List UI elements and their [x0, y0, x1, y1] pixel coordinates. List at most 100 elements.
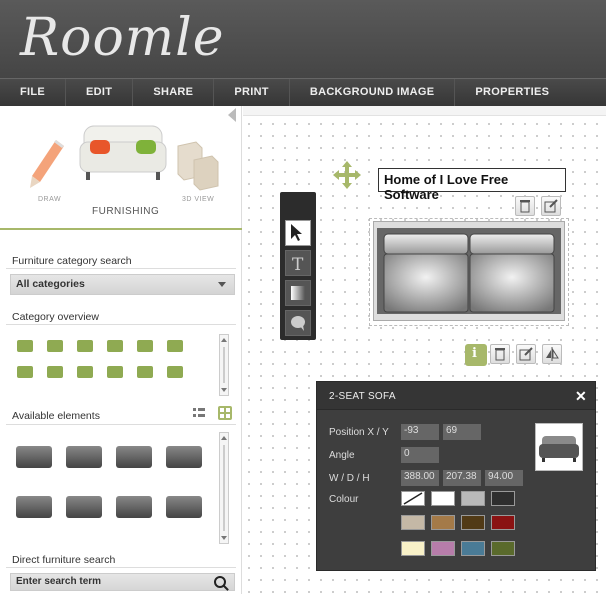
- select-tool-button[interactable]: [285, 220, 311, 246]
- gradient-tool-button[interactable]: [285, 280, 311, 306]
- element-dining-set[interactable]: [62, 486, 106, 526]
- app-header: Roomle: [0, 0, 606, 78]
- info-button[interactable]: [465, 344, 487, 366]
- category-plant-icon[interactable]: [44, 360, 66, 382]
- colour-swatch[interactable]: [461, 515, 485, 530]
- element-sideboard[interactable]: [112, 486, 156, 526]
- colour-swatch[interactable]: [461, 541, 485, 556]
- sofa-icon: [539, 436, 579, 462]
- plan-title-input[interactable]: Home of I Love Free Software: [378, 168, 566, 202]
- edit-title-button[interactable]: [541, 196, 561, 216]
- category-overview-title: Category overview: [12, 311, 99, 323]
- gradient-icon: [291, 286, 305, 300]
- menu-background-image[interactable]: BACKGROUND IMAGE: [290, 79, 456, 106]
- collapse-panel-icon[interactable]: [228, 108, 236, 122]
- depth-field[interactable]: 207.38: [443, 470, 481, 486]
- category-sofa-icon[interactable]: [164, 334, 186, 356]
- category-appliance-icon[interactable]: [74, 360, 96, 382]
- category-select-value: All categories: [16, 278, 85, 290]
- element-desk[interactable]: [162, 436, 206, 476]
- delete-title-button[interactable]: [515, 196, 535, 216]
- search-input[interactable]: Enter search term: [10, 573, 235, 591]
- 3d-view-button[interactable]: [172, 136, 222, 196]
- app-logo: Roomle: [20, 8, 225, 68]
- canvas-ruler: [243, 106, 606, 116]
- category-pet-icon[interactable]: [134, 360, 156, 382]
- delete-item-button[interactable]: [490, 344, 510, 364]
- angle-field[interactable]: 0: [401, 447, 439, 463]
- category-toilet-icon[interactable]: [44, 334, 66, 356]
- pointer-icon: [291, 224, 302, 241]
- mode-selector: DRAW FURNISHING 3D VIEW: [0, 106, 242, 230]
- element-sofa[interactable]: [12, 436, 56, 476]
- trash-icon: [520, 200, 530, 213]
- colour-swatch[interactable]: [431, 491, 455, 506]
- scroll-down-icon[interactable]: [221, 388, 227, 392]
- category-shelf-icon[interactable]: [164, 360, 186, 382]
- mirror-icon: [546, 347, 559, 361]
- comment-tool-button[interactable]: [285, 310, 311, 336]
- width-field[interactable]: 388.00: [401, 470, 439, 486]
- scroll-down-icon[interactable]: [221, 536, 227, 540]
- colour-swatch[interactable]: [431, 541, 455, 556]
- colour-swatch[interactable]: [401, 515, 425, 530]
- colour-swatch-none[interactable]: [401, 491, 425, 506]
- category-bathroom-icon[interactable]: [14, 334, 36, 356]
- edit-item-button[interactable]: [516, 344, 536, 364]
- colour-swatch[interactable]: [491, 515, 515, 530]
- list-view-icon[interactable]: [192, 406, 206, 420]
- close-icon[interactable]: ✕: [575, 388, 587, 405]
- menu-print[interactable]: PRINT: [214, 79, 290, 106]
- sofa-furniture-item[interactable]: [373, 221, 565, 321]
- category-bed-icon[interactable]: [104, 334, 126, 356]
- element-dining-set[interactable]: [12, 486, 56, 526]
- category-chair-icon[interactable]: [74, 334, 96, 356]
- colour-swatch[interactable]: [491, 491, 515, 506]
- category-kitchen-icon[interactable]: [104, 360, 126, 382]
- element-sofa[interactable]: [62, 436, 106, 476]
- menu-edit[interactable]: EDIT: [66, 79, 134, 106]
- svg-text:T: T: [292, 255, 304, 275]
- text-icon: T: [292, 255, 304, 275]
- tool-palette: T: [280, 192, 316, 340]
- menu-file[interactable]: FILE: [0, 79, 67, 106]
- colour-swatch[interactable]: [491, 541, 515, 556]
- move-icon[interactable]: [332, 160, 362, 190]
- divider: [6, 268, 236, 269]
- 3d-boxes-icon: [177, 141, 219, 191]
- scroll-up-icon[interactable]: [221, 436, 227, 440]
- menu-properties[interactable]: PROPERTIES: [455, 79, 569, 106]
- angle-label: Angle: [329, 450, 355, 461]
- colour-swatch[interactable]: [401, 541, 425, 556]
- colour-swatch[interactable]: [431, 515, 455, 530]
- available-elements-grid: [12, 436, 212, 526]
- colour-swatch[interactable]: [461, 491, 485, 506]
- dialog-header: 2-SEAT SOFA ✕: [317, 382, 595, 410]
- element-cabinet[interactable]: [112, 436, 156, 476]
- category-cabinet-icon[interactable]: [14, 360, 36, 382]
- sofa-icon: [79, 125, 167, 180]
- chevron-down-icon: [218, 282, 226, 287]
- category-scrollbar[interactable]: [219, 334, 229, 396]
- draw-mode-button[interactable]: [22, 136, 72, 196]
- category-dining-chair-icon[interactable]: [134, 334, 156, 356]
- scroll-track[interactable]: [223, 445, 225, 531]
- scroll-up-icon[interactable]: [221, 338, 227, 342]
- scroll-track[interactable]: [223, 347, 225, 383]
- grid-view-icon[interactable]: [218, 406, 232, 420]
- mirror-item-button[interactable]: [542, 344, 562, 364]
- search-icon[interactable]: [214, 576, 226, 588]
- menu-share[interactable]: SHARE: [133, 79, 215, 106]
- text-tool-button[interactable]: T: [285, 250, 311, 276]
- colour-label: Colour: [329, 494, 359, 505]
- dialog-title: 2-SEAT SOFA: [329, 391, 396, 402]
- height-field[interactable]: 94.00: [485, 470, 523, 486]
- category-search-title: Furniture category search: [12, 255, 132, 267]
- furnishing-mode-button[interactable]: [78, 118, 168, 188]
- elements-scrollbar[interactable]: [219, 432, 229, 544]
- position-y-field[interactable]: 69: [443, 424, 481, 440]
- element-cabinet[interactable]: [162, 486, 206, 526]
- category-select[interactable]: All categories: [10, 274, 235, 295]
- comment-icon: [291, 316, 305, 331]
- position-x-field[interactable]: -93: [401, 424, 439, 440]
